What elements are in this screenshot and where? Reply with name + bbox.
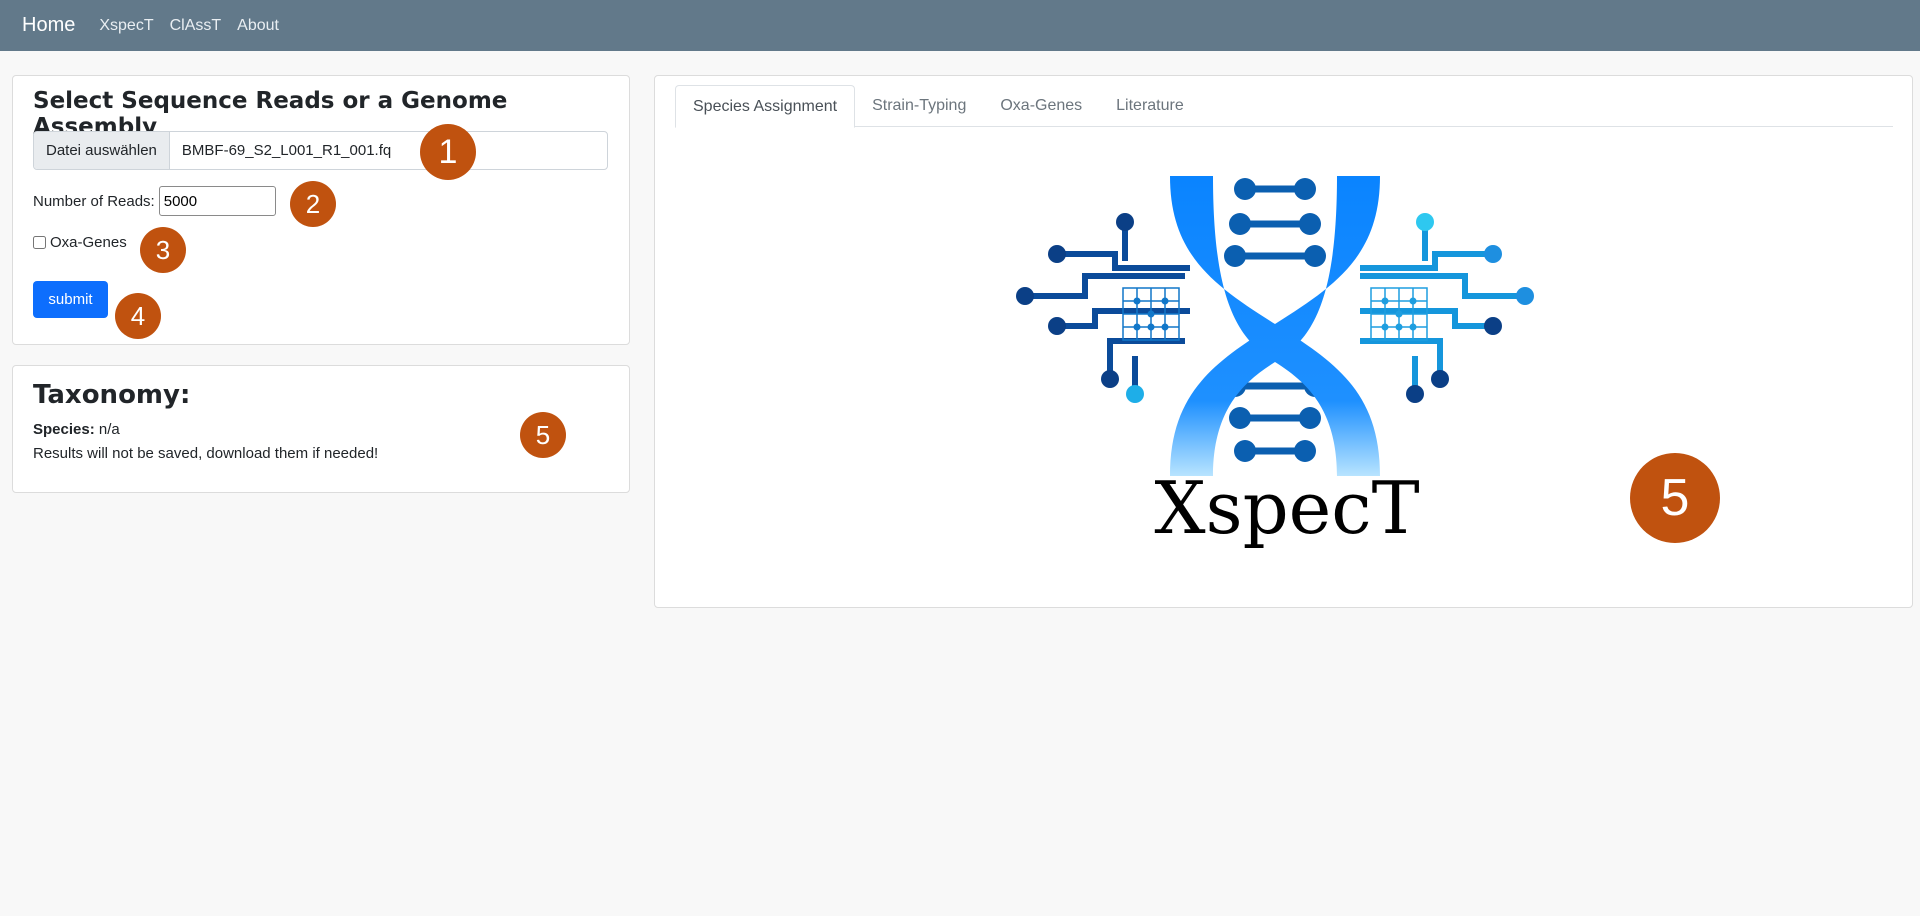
annotation-badge-5-large: 5 [1630, 453, 1720, 543]
reads-label: Number of Reads: [33, 192, 155, 210]
circuit-icon [1016, 213, 1534, 403]
annotation-badge-3: 3 [140, 227, 186, 273]
annotation-badge-1: 1 [420, 124, 476, 180]
oxa-genes-label: Oxa-Genes [50, 234, 127, 251]
logo-text: XspecT [1154, 466, 1420, 550]
dna-helix-icon [1016, 176, 1534, 476]
tab-oxa-genes[interactable]: Oxa-Genes [983, 85, 1099, 127]
selected-file-name: BMBF-69_S2_L001_R1_001.fq [181, 142, 392, 159]
annotation-badge-5: 5 [520, 412, 566, 458]
taxonomy-card: Taxonomy: Species: n/a Results will not … [12, 365, 630, 493]
nav-link-classt[interactable]: ClAssT [170, 17, 222, 35]
taxonomy-title: Taxonomy: [33, 380, 191, 410]
reads-row: Number of Reads: [33, 186, 276, 216]
reads-input[interactable] [158, 186, 276, 216]
results-card: Species Assignment Strain-Typing Oxa-Gen… [654, 75, 1913, 608]
species-label: Species: [33, 421, 95, 438]
results-note: Results will not be saved, download them… [33, 445, 379, 462]
top-navbar: Home XspecT ClAssT About [0, 0, 1920, 51]
annotation-badge-2: 2 [290, 181, 336, 227]
nav-link-xspect[interactable]: XspecT [99, 17, 153, 35]
upload-card: Select Sequence Reads or a Genome Assemb… [12, 75, 630, 345]
tab-species-assignment[interactable]: Species Assignment [675, 85, 856, 128]
annotation-badge-4: 4 [115, 293, 161, 339]
oxa-genes-checkbox[interactable] [33, 236, 46, 249]
file-input[interactable]: Datei auswählen BMBF-69_S2_L001_R1_001.f… [33, 131, 608, 170]
tab-literature[interactable]: Literature [1099, 85, 1201, 127]
nav-link-about[interactable]: About [237, 17, 279, 35]
submit-button[interactable]: submit [33, 281, 108, 318]
species-value: n/a [94, 421, 120, 438]
choose-file-button[interactable]: Datei auswählen [34, 132, 170, 169]
oxa-genes-row: Oxa-Genes [33, 234, 127, 251]
nav-home-link[interactable]: Home [22, 14, 75, 37]
tab-strain-typing[interactable]: Strain-Typing [855, 85, 983, 127]
results-tabs: Species Assignment Strain-Typing Oxa-Gen… [675, 85, 1893, 128]
species-line: Species: n/a [33, 421, 120, 438]
